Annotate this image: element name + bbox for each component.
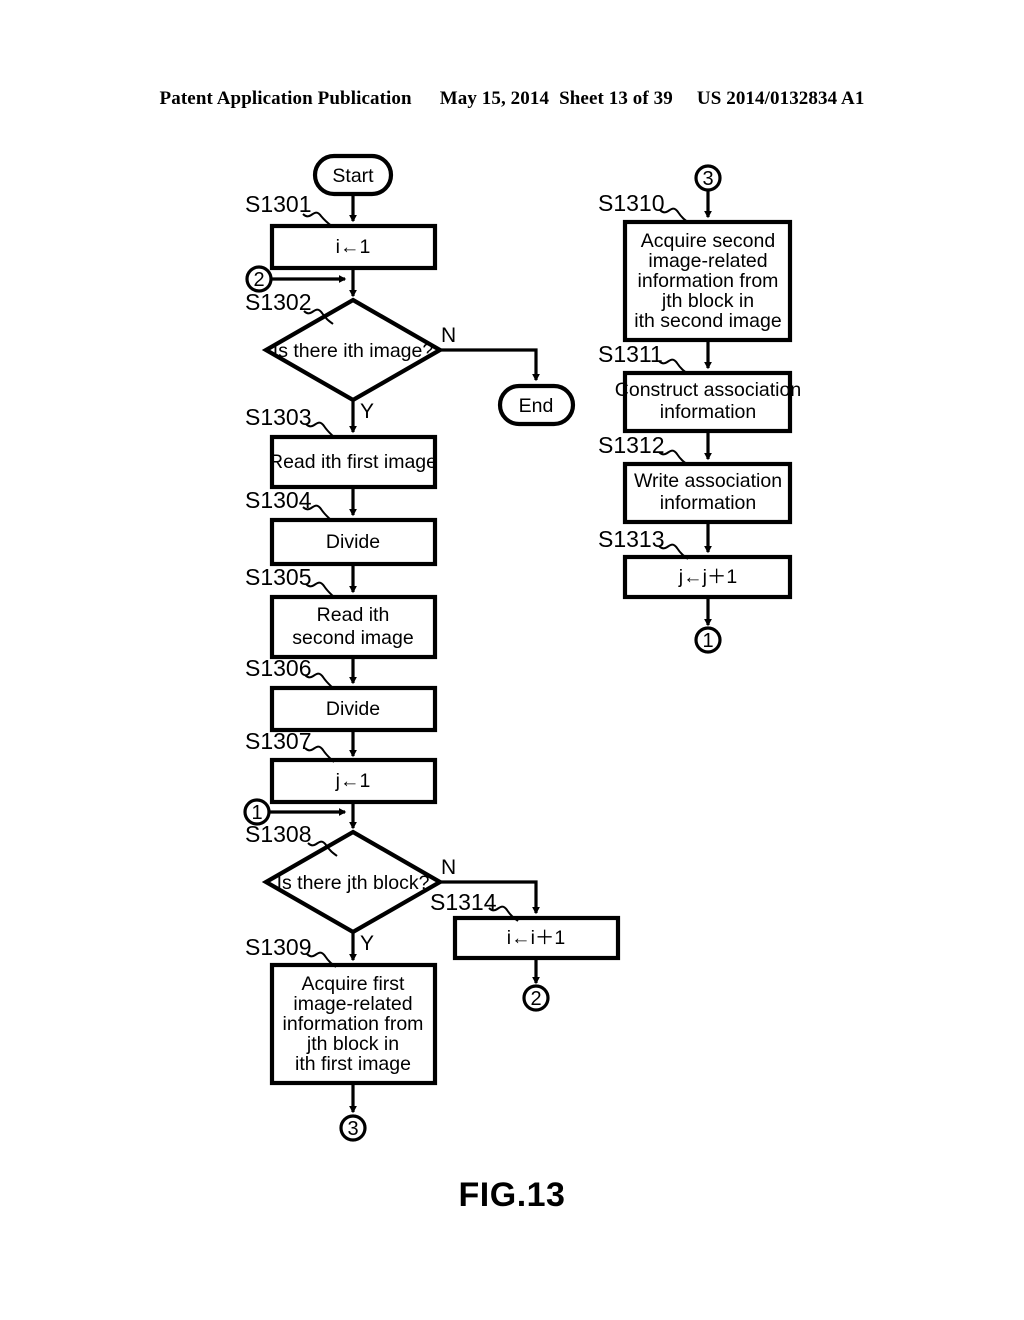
connector-three-inlet: 3 (694, 164, 722, 192)
branch-label-s1308-yes: Y (360, 932, 374, 955)
branch-label-s1302-yes: Y (360, 400, 374, 423)
node-s1304-line-0: Divide (326, 531, 380, 553)
node-s1310-line-2: information from (638, 270, 779, 292)
step-label-s1303: S1303 (245, 404, 312, 430)
node-s1312-line-1: information (660, 492, 756, 514)
node-s1307-line-0: j←1 (335, 770, 371, 792)
step-label-s1306: S1306 (245, 655, 312, 681)
node-s1311-line-0: Construct association (615, 379, 801, 401)
step-label-s1312: S1312 (598, 432, 665, 458)
node-s1308-label: Is there jth block? (277, 872, 430, 894)
step-label-s1314: S1314 (430, 889, 497, 915)
connector-one-outlet-label: 1 (702, 630, 713, 652)
edge-s1302-no-to-end (440, 348, 540, 382)
node-s1304: Divide (269, 517, 438, 567)
connector-one-outlet: 1 (694, 626, 722, 654)
node-s1310-line-1: image-related (648, 250, 767, 272)
node-s1305-line-1: second image (292, 627, 413, 649)
node-s1310-line-0: Acquire second (641, 230, 775, 252)
step-label-s1302: S1302 (245, 289, 312, 315)
node-s1308: Is there jth block? (261, 829, 445, 935)
step-label-s1307: S1307 (245, 728, 312, 754)
node-start: Start (312, 153, 394, 197)
node-s1301-line-0: i←1 (336, 236, 371, 258)
connector-three-outlet-label: 3 (347, 1118, 358, 1140)
node-s1305: Read ith second image (269, 594, 438, 660)
node-s1310-line-3: jth block in (661, 290, 754, 312)
patent-figure-page: Patent Application Publication May 15, 20… (0, 0, 1024, 1320)
node-s1314-line-0: i←i＋1 (507, 927, 566, 949)
node-s1313: j←j＋1 (622, 554, 793, 600)
connector-three-outlet: 3 (339, 1114, 367, 1142)
node-s1306-line-0: Divide (326, 698, 380, 720)
connector-three-inlet-label: 3 (702, 168, 713, 190)
node-s1310: Acquire second image-related information… (622, 219, 793, 343)
node-s1311-line-1: information (660, 401, 756, 423)
node-s1305-line-0: Read ith (317, 604, 390, 626)
step-label-s1309: S1309 (245, 934, 312, 960)
connector-two-outlet: 2 (522, 984, 550, 1012)
node-s1312: Write association information (622, 461, 793, 525)
node-end-label: End (519, 395, 554, 417)
figure-caption: FIG.13 (458, 1176, 566, 1214)
node-s1302-label: Is there ith image? (273, 340, 434, 362)
step-label-s1304: S1304 (245, 487, 312, 513)
connector-two-inlet-label: 2 (253, 269, 264, 291)
node-s1312-line-0: Write association (634, 470, 782, 492)
node-s1309-line-4: ith first image (295, 1053, 411, 1075)
connector-two-inlet: 2 (245, 265, 273, 293)
node-s1303: Read ith first image (269, 434, 438, 490)
step-label-s1311: S1311 (598, 341, 663, 367)
node-s1306: Divide (269, 685, 438, 733)
node-s1307: j←1 (269, 757, 438, 805)
node-s1301: i←1 (269, 223, 438, 271)
connector-two-outlet-label: 2 (530, 988, 541, 1010)
node-end: End (497, 383, 576, 427)
node-s1310-line-4: ith second image (634, 310, 781, 332)
node-s1309-line-2: information from (283, 1013, 424, 1035)
step-label-s1305: S1305 (245, 564, 312, 590)
step-label-s1308: S1308 (245, 821, 312, 847)
node-s1311: Construct association information (615, 370, 801, 434)
node-s1314: i←i＋1 (452, 915, 621, 961)
branch-label-s1308-no: N (441, 856, 456, 879)
node-start-label: Start (332, 165, 374, 187)
node-s1309-line-3: jth block in (306, 1033, 399, 1055)
flowchart-diagram: Start i←1 S1301 2 Is there ith image? S1… (243, 153, 801, 1142)
node-s1309: Acquire first image-related information … (269, 962, 438, 1086)
node-s1303-line-0: Read ith first image (269, 451, 437, 473)
step-label-s1313: S1313 (598, 526, 665, 552)
step-label-s1301: S1301 (245, 191, 312, 217)
node-s1309-line-1: image-related (293, 993, 412, 1015)
node-s1302: Is there ith image? (261, 297, 445, 403)
node-s1313-line-0: j←j＋1 (678, 566, 738, 588)
step-label-s1310: S1310 (598, 190, 665, 216)
node-s1309-line-0: Acquire first (302, 973, 406, 995)
branch-label-s1302-no: N (441, 324, 456, 347)
